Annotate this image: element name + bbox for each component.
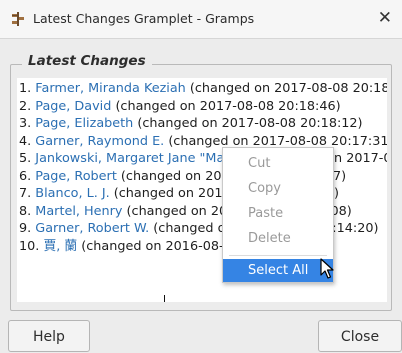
list-item: 2. Page, David (changed on 2017-08-08 20… xyxy=(19,98,381,116)
entry-number: 3. xyxy=(19,116,32,131)
menu-item-select-all[interactable]: Select All xyxy=(223,259,333,282)
context-menu: Cut Copy Paste Delete Select All xyxy=(222,147,334,283)
entry-number: 6. xyxy=(19,168,32,184)
menu-separator xyxy=(229,255,327,256)
close-button[interactable]: Close xyxy=(318,320,402,352)
window-titlebar: Latest Changes Gramplet - Gramps ✕ xyxy=(0,0,402,39)
entry-number: 4. xyxy=(19,133,32,149)
person-link[interactable]: Blanco, L. J. xyxy=(35,186,109,201)
help-button[interactable]: Help xyxy=(8,320,90,352)
entry-number: 1. xyxy=(19,81,32,96)
entry-number: 2. xyxy=(19,98,32,114)
changed-text: (changed on 2017-08-08 20:18:57) xyxy=(189,81,387,96)
menu-item-cut[interactable]: Cut xyxy=(223,152,333,176)
entry-number: 7. xyxy=(19,186,32,201)
changed-text: (changed on 2017-08-08 20:18:12) xyxy=(133,116,363,131)
menu-item-copy[interactable]: Copy xyxy=(223,177,333,201)
gramps-app-icon xyxy=(12,12,24,26)
menu-item-delete[interactable]: Delete xyxy=(223,227,333,251)
list-item: 1. Farmer, Miranda Keziah (changed on 20… xyxy=(19,80,387,98)
person-link[interactable]: Farmer, Miranda Keziah xyxy=(35,81,186,96)
person-link[interactable]: Garner, Raymond E. xyxy=(35,134,164,149)
person-link[interactable]: 賈, 蘭 xyxy=(43,239,77,254)
list-item: 3. Page, Elizabeth (changed on 2017-08-0… xyxy=(19,115,381,133)
entry-number: 10. xyxy=(19,238,40,254)
mouse-pointer-icon xyxy=(320,258,334,279)
person-link[interactable]: Page, David xyxy=(35,99,111,114)
close-window-icon[interactable]: ✕ xyxy=(378,8,392,28)
menu-item-paste[interactable]: Paste xyxy=(223,202,333,226)
entry-number: 8. xyxy=(19,203,32,219)
person-link[interactable]: Garner, Robert W. xyxy=(35,221,149,236)
entry-number: 9. xyxy=(19,221,32,236)
person-link[interactable]: Page, Robert xyxy=(35,169,117,184)
window-title: Latest Changes Gramplet - Gramps xyxy=(33,11,255,26)
changed-text: (changed on 2017-08-08 20:18:46) xyxy=(111,98,341,114)
text-caret xyxy=(164,295,165,302)
person-link[interactable]: Martel, Henry xyxy=(35,204,122,219)
entry-number: 5. xyxy=(19,151,32,166)
gramplet-heading: Latest Changes xyxy=(22,53,152,69)
person-link[interactable]: Page, Elizabeth xyxy=(35,116,133,131)
